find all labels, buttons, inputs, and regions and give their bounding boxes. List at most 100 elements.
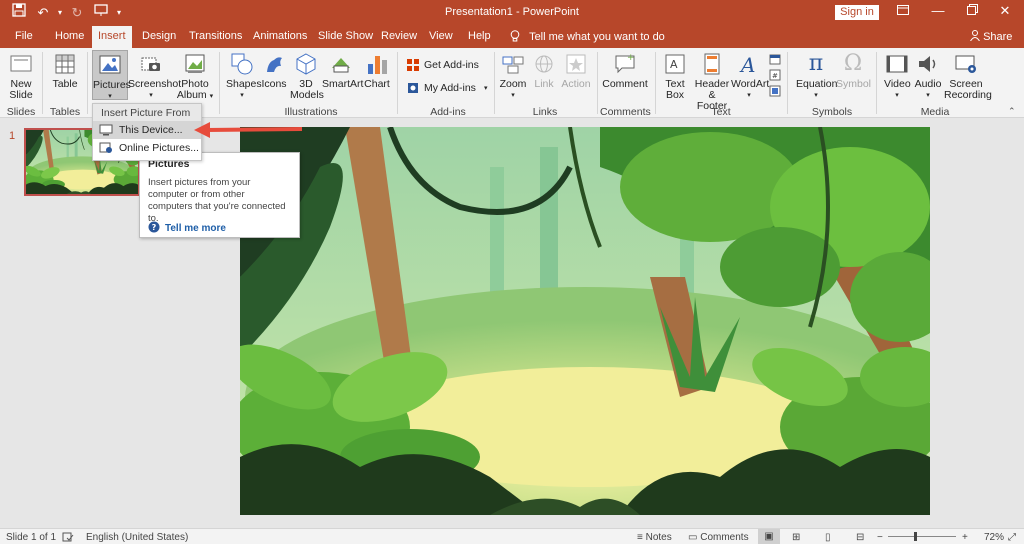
pictures-label: Pictures bbox=[93, 79, 131, 91]
sign-in-button[interactable]: Sign in bbox=[835, 5, 879, 20]
slideshow-icon[interactable]: ⊟ bbox=[856, 532, 864, 543]
chevron-down-icon: ▾ bbox=[240, 92, 244, 99]
online-pictures-label: Online Pictures... bbox=[119, 142, 199, 154]
fit-to-window-icon[interactable]: ⤢ bbox=[1008, 532, 1016, 543]
zoom-button[interactable]: Zoom ▾ bbox=[498, 52, 528, 101]
reading-view-icon[interactable]: ▯ bbox=[825, 532, 831, 543]
photo-album-label: Photo Album bbox=[176, 78, 209, 101]
3d-models-button[interactable]: 3D Models bbox=[290, 52, 324, 101]
get-addins-label: Get Add-ins bbox=[424, 59, 479, 71]
zoom-slider-thumb[interactable] bbox=[914, 532, 917, 541]
group-label-comments: Comments bbox=[600, 106, 651, 118]
icons-button[interactable]: Icons bbox=[261, 52, 287, 90]
this-device-menu-item[interactable]: This Device... bbox=[93, 121, 201, 139]
symbol-button[interactable]: Ω Symbol bbox=[836, 52, 871, 90]
zoom-level[interactable]: 72% bbox=[984, 532, 1004, 543]
get-addins-button[interactable]: Get Add-ins bbox=[406, 58, 479, 72]
chevron-down-icon: ▾ bbox=[926, 92, 930, 99]
tell-me-more-link[interactable]: ? Tell me more bbox=[148, 221, 226, 236]
chevron-down-icon: ▾ bbox=[895, 92, 899, 99]
screenshot-button[interactable]: Screenshot ▾ bbox=[128, 52, 181, 101]
tab-transitions[interactable]: Transitions bbox=[189, 30, 242, 42]
zoom-out-icon[interactable]: − bbox=[877, 532, 883, 543]
tell-me-more-label: Tell me more bbox=[165, 223, 226, 234]
restore-icon[interactable] bbox=[957, 3, 987, 18]
notes-button[interactable]: ≡ Notes bbox=[637, 532, 672, 543]
insert-picture-dropdown: Insert Picture From This Device... Onlin… bbox=[92, 103, 202, 161]
group-separator bbox=[494, 52, 495, 114]
text-box-icon: A bbox=[663, 52, 687, 76]
comments-button[interactable]: ▭ Comments bbox=[688, 532, 749, 543]
zoom-label: Zoom bbox=[499, 78, 527, 90]
tab-review[interactable]: Review bbox=[381, 30, 417, 42]
tell-me-text: Tell me what you want to do bbox=[529, 31, 665, 43]
object-icon[interactable] bbox=[769, 85, 781, 100]
group-label-tables: Tables bbox=[49, 106, 81, 118]
group-separator bbox=[219, 52, 220, 114]
online-pictures-menu-item[interactable]: Online Pictures... bbox=[93, 139, 201, 157]
this-device-label: This Device... bbox=[119, 124, 183, 136]
language-status[interactable]: English (United States) bbox=[86, 532, 188, 543]
screen-recording-button[interactable]: Screen Recording bbox=[944, 52, 992, 101]
slide-canvas[interactable] bbox=[240, 127, 930, 515]
chevron-down-icon: ▾ bbox=[108, 93, 112, 100]
normal-view-icon[interactable]: ▣ bbox=[758, 529, 780, 544]
tab-file[interactable]: File bbox=[15, 30, 33, 42]
link-button[interactable]: Link bbox=[532, 52, 556, 90]
star-icon bbox=[564, 52, 588, 76]
pi-icon: π bbox=[808, 51, 824, 76]
my-addins-button[interactable]: My Add-ins ▾ bbox=[406, 81, 487, 95]
slide-number-icon[interactable]: # bbox=[769, 69, 781, 84]
tab-animations[interactable]: Animations bbox=[253, 30, 307, 42]
group-label-illustrations: Illustrations bbox=[284, 106, 338, 118]
comment-label: Comment bbox=[602, 78, 648, 90]
share-button[interactable]: Share bbox=[970, 30, 1012, 43]
photo-album-icon bbox=[183, 52, 207, 76]
comment-button[interactable]: + Comment bbox=[602, 52, 648, 90]
chevron-down-icon: ▾ bbox=[511, 92, 515, 99]
tell-me-box[interactable]: Tell me what you want to do bbox=[510, 30, 665, 43]
slide-sorter-icon[interactable]: ⊞ bbox=[792, 532, 800, 543]
ribbon-display-icon[interactable] bbox=[888, 3, 918, 18]
text-box-button[interactable]: A Text Box bbox=[661, 52, 689, 101]
icons-label: Icons bbox=[261, 78, 287, 90]
header-footer-button[interactable]: Header & Footer bbox=[692, 52, 732, 112]
equation-button[interactable]: π Equation ▾ bbox=[796, 51, 837, 101]
lightbulb-icon bbox=[510, 30, 523, 43]
zoom-in-icon[interactable]: + bbox=[962, 532, 968, 543]
svg-text:+: + bbox=[627, 53, 635, 63]
photo-album-button[interactable]: Photo Album ▾ bbox=[175, 52, 215, 102]
tab-view[interactable]: View bbox=[429, 30, 453, 42]
smartart-button[interactable]: SmartArt bbox=[322, 52, 363, 90]
pictures-icon bbox=[98, 53, 122, 77]
tab-help[interactable]: Help bbox=[468, 30, 491, 42]
table-button[interactable]: Table bbox=[51, 52, 79, 90]
wordart-label: WordArt bbox=[731, 78, 770, 90]
spellcheck-icon[interactable] bbox=[62, 532, 74, 544]
pointer-arrow bbox=[194, 122, 303, 138]
chevron-down-icon: ▾ bbox=[814, 92, 818, 99]
jungle-image[interactable] bbox=[240, 127, 930, 515]
screen-recording-label: Screen Recording bbox=[944, 78, 992, 101]
tab-insert[interactable]: Insert bbox=[92, 26, 132, 48]
date-time-icon[interactable] bbox=[769, 53, 781, 68]
pictures-button[interactable]: Pictures ▾ bbox=[92, 50, 131, 100]
video-button[interactable]: Video ▾ bbox=[884, 52, 911, 101]
group-label-slides: Slides bbox=[6, 106, 36, 118]
status-bar: Slide 1 of 1 English (United States) ≡ N… bbox=[0, 528, 1024, 544]
audio-button[interactable]: Audio ▾ bbox=[914, 52, 942, 101]
chart-button[interactable]: Chart bbox=[363, 52, 391, 90]
tab-design[interactable]: Design bbox=[142, 30, 176, 42]
minimize-icon[interactable]: — bbox=[923, 3, 953, 18]
zoom-slider[interactable] bbox=[888, 536, 956, 537]
new-slide-button[interactable]: New Slide bbox=[6, 52, 36, 101]
wordart-button[interactable]: A WordArt ▾ bbox=[731, 52, 770, 101]
share-label: Share bbox=[983, 31, 1013, 43]
action-button[interactable]: Action bbox=[560, 52, 592, 90]
collapse-ribbon-icon[interactable]: ⌃ bbox=[1008, 106, 1016, 117]
close-icon[interactable]: ✕ bbox=[990, 3, 1020, 19]
tab-slide-show[interactable]: Slide Show bbox=[318, 30, 373, 42]
shapes-button[interactable]: Shapes ▾ bbox=[226, 52, 262, 101]
icons-icon bbox=[262, 52, 286, 76]
tab-home[interactable]: Home bbox=[55, 30, 84, 42]
